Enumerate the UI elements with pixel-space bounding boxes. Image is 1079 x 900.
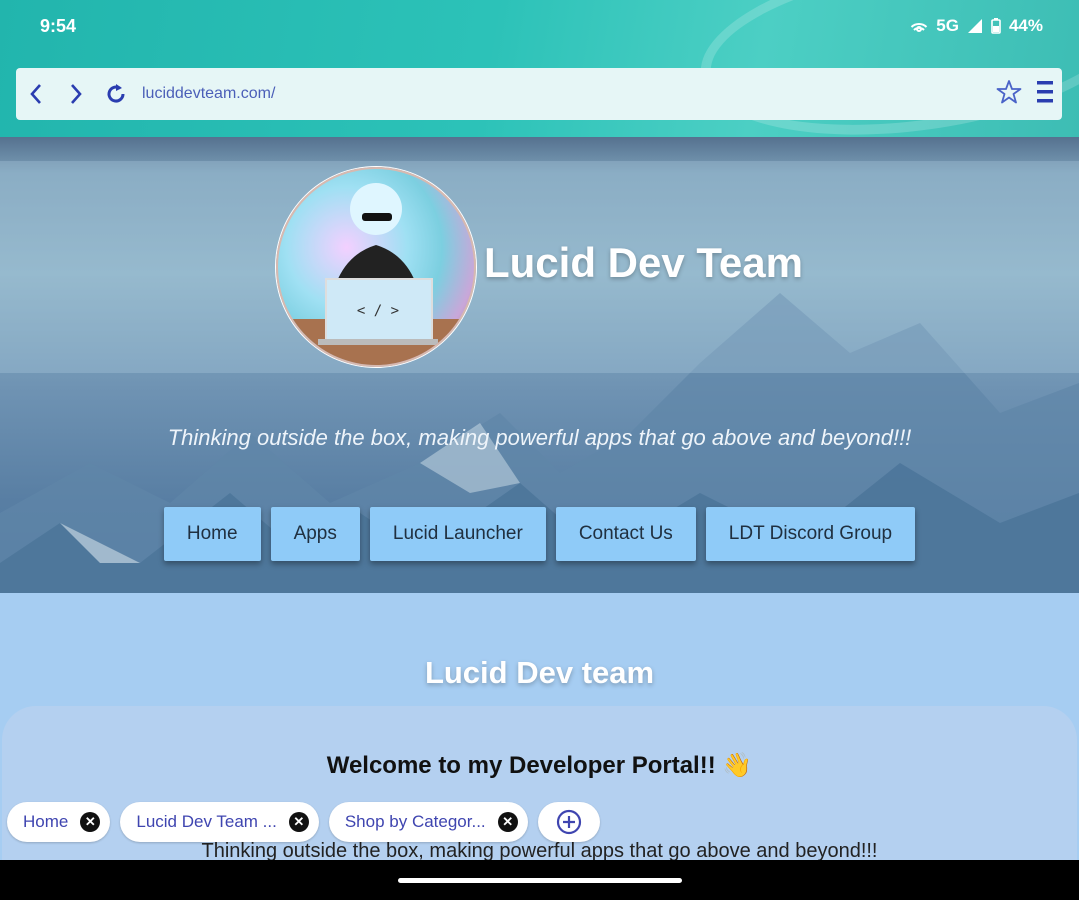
close-icon[interactable]: ✕ [497, 812, 518, 832]
avatar-code-label: < / > [357, 303, 399, 319]
bookmark-star-icon[interactable] [996, 79, 1022, 110]
forward-button[interactable] [56, 68, 96, 120]
welcome-heading: Welcome to my Developer Portal!! 👋 [0, 751, 1079, 780]
tab-chip[interactable]: Home ✕ [7, 802, 111, 842]
wave-emoji: 👋 [722, 752, 753, 779]
nav-apps-button[interactable]: Apps [270, 507, 360, 561]
tab-label: Lucid Dev Team ... [136, 812, 277, 831]
hero-tagline: Thinking outside the box, making powerfu… [167, 425, 912, 450]
battery-percent: 44% [1008, 16, 1043, 35]
welcome-text: Welcome to my Developer Portal!! [326, 752, 716, 779]
close-icon[interactable]: ✕ [80, 812, 101, 832]
url-bar: luciddevteam.com/ [16, 68, 1062, 120]
back-button[interactable] [16, 68, 56, 120]
gesture-handle[interactable] [398, 878, 682, 883]
battery-icon [991, 18, 1001, 34]
hero-section: < / > Lucid Dev Team Thinking outside th… [0, 137, 1079, 593]
site-title: Lucid Dev Team [484, 239, 803, 286]
logo-avatar: < / > [276, 167, 476, 367]
chevron-right-icon [71, 84, 82, 104]
network-label: 5G [936, 16, 959, 35]
web-page: < / > Lucid Dev Team Thinking outside th… [0, 137, 1079, 860]
status-time: 9:54 [40, 16, 77, 36]
nav-contact-button[interactable]: Contact Us [555, 507, 696, 561]
tab-label: Shop by Categor... [344, 812, 486, 831]
new-tab-button[interactable] [537, 802, 600, 842]
menu-icon[interactable] [1036, 79, 1054, 110]
section-title: Lucid Dev team [424, 655, 655, 690]
reload-button[interactable] [96, 68, 136, 120]
browser-chrome: 9:54 5G 44% luciddevteam.com/ [0, 0, 1079, 137]
nav-discord-button[interactable]: LDT Discord Group [705, 507, 916, 561]
nav-home-button[interactable]: Home [163, 507, 261, 561]
system-nav-bar [0, 860, 1079, 900]
url-text[interactable]: luciddevteam.com/ [142, 85, 996, 103]
signal-icon [967, 18, 983, 34]
close-icon[interactable]: ✕ [288, 812, 309, 832]
content-tagline: Thinking outside the box, making powerfu… [201, 840, 878, 860]
tab-chip[interactable]: Lucid Dev Team ... ✕ [120, 802, 319, 842]
tab-strip: Home ✕ Lucid Dev Team ... ✕ Shop by Cate… [7, 802, 600, 842]
main-nav: Home Apps Lucid Launcher Contact Us LDT … [0, 507, 1079, 561]
status-icons: 5G 44% [910, 16, 1043, 36]
tab-chip[interactable]: Shop by Categor... ✕ [328, 802, 528, 842]
chevron-left-icon [30, 84, 41, 104]
reload-icon [107, 84, 125, 103]
hotspot-icon [910, 18, 928, 34]
plus-circle-icon [556, 809, 581, 835]
tab-label: Home [23, 812, 69, 831]
nav-lucid-launcher-button[interactable]: Lucid Launcher [369, 507, 546, 561]
